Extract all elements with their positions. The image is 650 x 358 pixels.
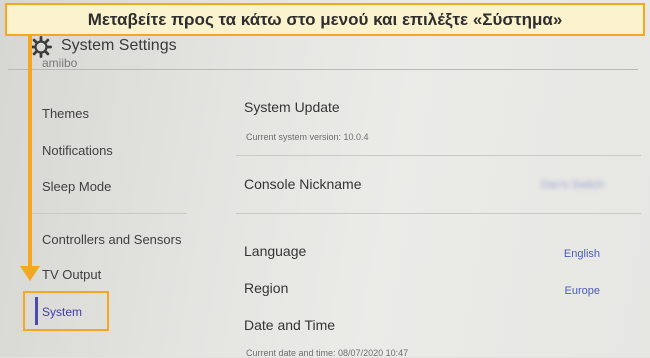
annotation-arrow bbox=[28, 34, 32, 268]
row-divider bbox=[236, 155, 641, 156]
sidebar-item-controllers[interactable]: Controllers and Sensors bbox=[42, 232, 181, 247]
date-time-button[interactable]: Date and Time bbox=[244, 317, 335, 333]
row-divider bbox=[236, 213, 641, 214]
system-settings-screen: System Settings amiibo Themes Notificati… bbox=[0, 0, 650, 358]
annotation-text: Μεταβείτε προς τα κάτω στο μενού και επι… bbox=[87, 9, 563, 29]
system-update-button[interactable]: System Update bbox=[244, 99, 340, 115]
language-button[interactable]: Language bbox=[244, 243, 306, 259]
sidebar-item-notifications[interactable]: Notifications bbox=[42, 143, 113, 158]
region-button[interactable]: Region bbox=[244, 280, 288, 296]
console-nickname-button[interactable]: Console Nickname bbox=[244, 176, 362, 192]
header: System Settings bbox=[0, 30, 650, 70]
page-title: System Settings bbox=[61, 37, 177, 54]
console-nickname-value: Dan's Switch bbox=[540, 179, 604, 191]
language-value: English bbox=[563, 248, 600, 260]
sidebar-item-amiibo-partial[interactable]: amiibo bbox=[42, 56, 77, 70]
annotation-banner: Μεταβείτε προς τα κάτω στο μενού και επι… bbox=[5, 3, 645, 36]
gear-icon bbox=[30, 36, 52, 58]
system-version-text: Current system version: 10.0.4 bbox=[246, 132, 369, 142]
sidebar-divider bbox=[30, 213, 187, 214]
settings-panel: System Update Current system version: 10… bbox=[206, 70, 650, 358]
sidebar-item-tv-output[interactable]: TV Output bbox=[42, 267, 101, 282]
region-value: Europe bbox=[564, 285, 600, 297]
sidebar-item-sleep-mode[interactable]: Sleep Mode bbox=[42, 179, 111, 194]
system-highlight-box bbox=[23, 291, 109, 331]
sidebar-item-themes[interactable]: Themes bbox=[42, 106, 89, 121]
arrow-head-icon bbox=[20, 266, 40, 281]
